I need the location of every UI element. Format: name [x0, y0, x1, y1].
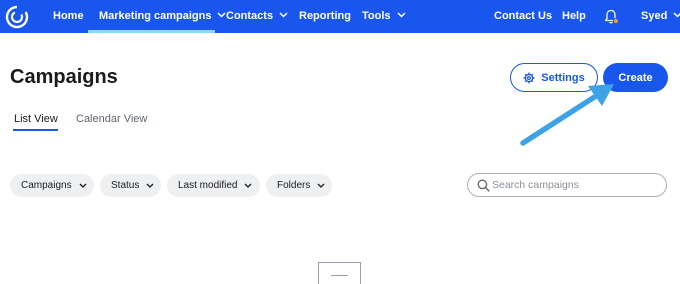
create-button[interactable]: Create	[603, 63, 668, 92]
nav-contact-us-label: Contact Us	[494, 10, 553, 22]
filter-last-modified-label: Last modified	[178, 180, 238, 191]
annotation-arrow-icon	[520, 84, 614, 146]
create-button-label: Create	[618, 71, 653, 84]
nav-reporting-label: Reporting	[299, 10, 351, 22]
filter-folders-label: Folders	[277, 180, 311, 191]
nav-home-label: Home	[53, 10, 84, 22]
nav-marketing-campaigns[interactable]: Marketing campaigns	[99, 0, 227, 33]
nav-active-indicator	[88, 30, 215, 33]
constant-contact-logo-icon[interactable]	[4, 4, 30, 30]
nav-marketing-campaigns-label: Marketing campaigns	[99, 10, 212, 22]
user-name: Syed	[641, 10, 668, 22]
chevron-down-icon	[279, 12, 288, 18]
empty-state-icon	[318, 262, 361, 284]
nav-home[interactable]: Home	[53, 0, 84, 33]
user-menu[interactable]: Syed	[641, 0, 680, 33]
nav-help[interactable]: Help	[562, 0, 586, 33]
chevron-down-icon	[146, 183, 154, 188]
nav-tools[interactable]: Tools	[362, 0, 406, 33]
filter-campaigns-label: Campaigns	[21, 180, 72, 191]
nav-help-label: Help	[562, 10, 586, 22]
search-box	[467, 173, 667, 197]
settings-button[interactable]: Settings	[510, 63, 598, 92]
search-icon	[477, 179, 490, 192]
nav-tools-label: Tools	[362, 10, 391, 22]
search-input[interactable]	[492, 176, 660, 194]
filter-status[interactable]: Status	[100, 174, 161, 197]
gear-icon	[523, 72, 535, 83]
chevron-down-icon	[79, 183, 87, 188]
filter-campaigns[interactable]: Campaigns	[10, 174, 94, 197]
filter-last-modified[interactable]: Last modified	[167, 174, 260, 197]
active-tab-underline	[13, 129, 58, 131]
top-navigation-bar: Home Marketing campaigns Contacts Report…	[0, 0, 680, 33]
nav-reporting[interactable]: Reporting	[299, 0, 351, 33]
chevron-down-icon	[673, 12, 680, 18]
filter-status-label: Status	[111, 180, 140, 191]
tab-list-view[interactable]: List View	[14, 113, 58, 125]
nav-contact-us[interactable]: Contact Us	[494, 0, 552, 33]
filter-folders[interactable]: Folders	[266, 174, 332, 197]
empty-state-icon-line	[331, 275, 348, 276]
chevron-down-icon	[245, 183, 252, 188]
settings-button-label: Settings	[541, 71, 585, 84]
notification-dot	[613, 18, 619, 24]
page-title: Campaigns	[10, 66, 118, 88]
nav-contacts[interactable]: Contacts	[226, 0, 288, 33]
tab-calendar-view[interactable]: Calendar View	[76, 113, 147, 125]
nav-contacts-label: Contacts	[226, 10, 274, 22]
chevron-down-icon	[317, 183, 325, 188]
chevron-down-icon	[396, 12, 406, 18]
